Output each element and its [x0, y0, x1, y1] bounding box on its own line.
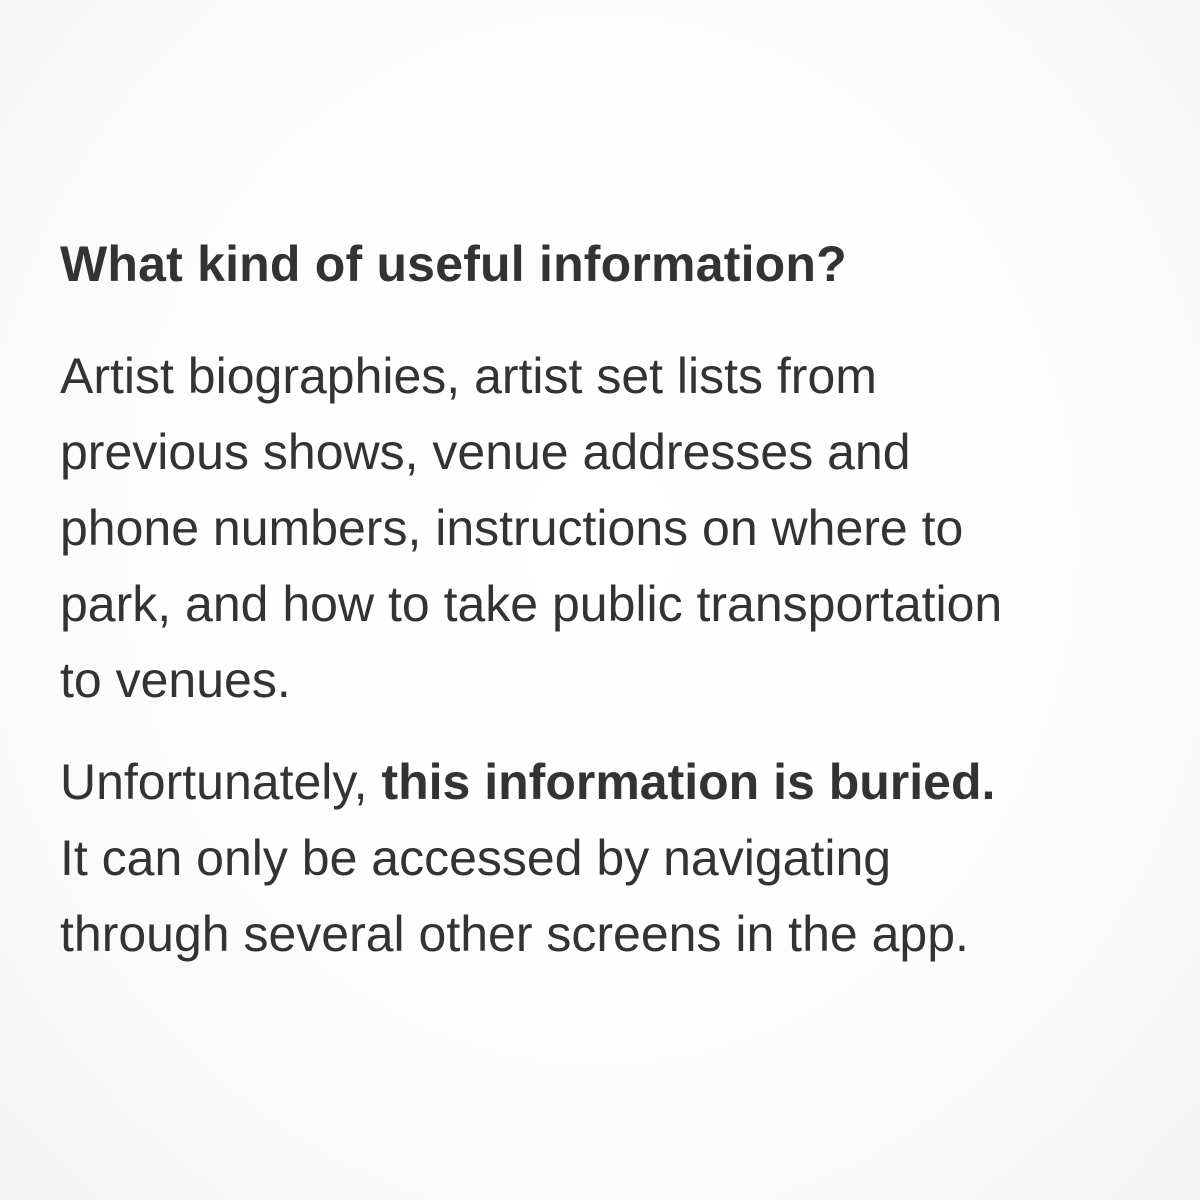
- paragraph-line: to venues.: [60, 652, 291, 708]
- paragraph-intro: Unfortunately,: [60, 754, 382, 810]
- paragraph-emphasis: this information is buried.: [381, 754, 996, 810]
- paragraph-line: through several other screens in the app…: [60, 906, 969, 962]
- paragraph-line: previous shows, venue addresses and: [60, 424, 911, 480]
- paragraph-line: Artist biographies, artist set lists fro…: [60, 348, 877, 404]
- slide-heading: What kind of useful information?: [60, 236, 847, 292]
- slide-content: What kind of useful information? Artist …: [60, 232, 1160, 972]
- paragraph-line: park, and how to take public transportat…: [60, 576, 1003, 632]
- paragraph-useful-information: Artist biographies, artist set lists fro…: [60, 338, 1160, 718]
- paragraph-line: phone numbers, instructions on where to: [60, 500, 964, 556]
- paragraph-buried-information: Unfortunately, this information is burie…: [60, 744, 1160, 972]
- paragraph-line: It can only be accessed by navigating: [60, 830, 892, 886]
